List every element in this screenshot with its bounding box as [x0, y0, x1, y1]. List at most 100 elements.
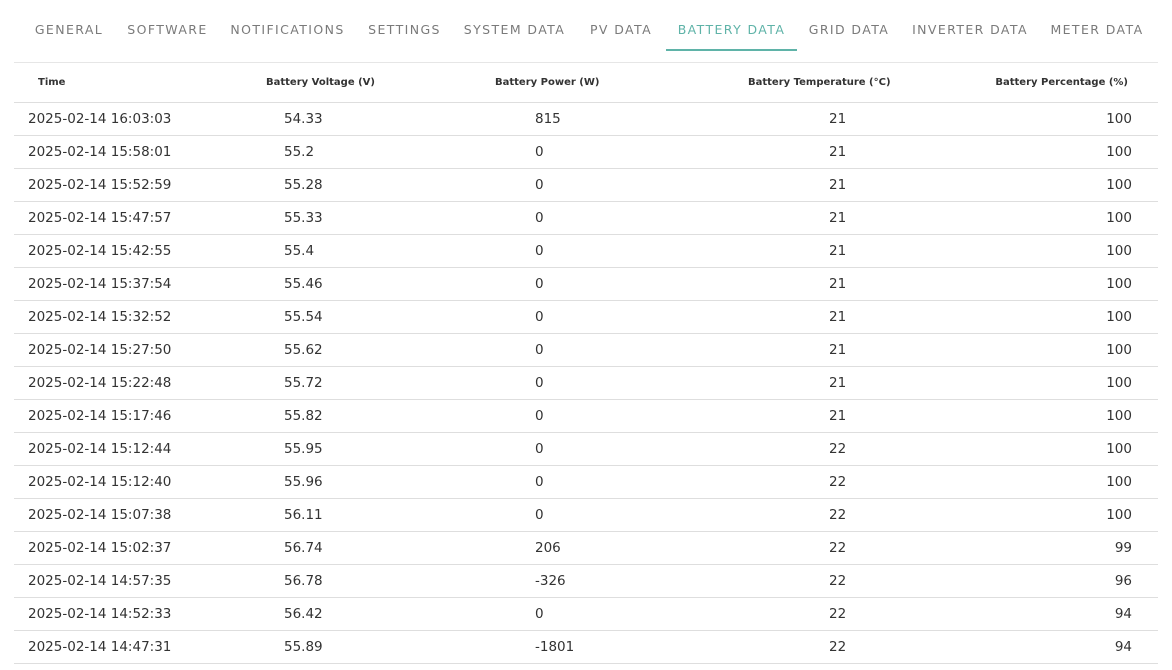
cell-battery-voltage: 54.33: [234, 102, 464, 136]
table-row: 2025-02-14 15:07:38 56.11 0 22 100: [14, 498, 1158, 532]
cell-battery-voltage: 56.42: [234, 597, 464, 631]
tab-pv-data[interactable]: PV DATA: [583, 0, 659, 52]
cell-time: 2025-02-14 15:12:44: [14, 432, 234, 466]
cell-time: 2025-02-14 15:58:01: [14, 135, 234, 169]
cell-battery-temperature: 22: [704, 564, 984, 598]
cell-time: 2025-02-14 14:52:33: [14, 597, 234, 631]
cell-battery-voltage: 55.28: [234, 168, 464, 202]
tab-bar: GENERAL SOFTWARE NOTIFICATIONS SETTINGS …: [0, 0, 1172, 52]
table-row: 2025-02-14 15:58:01 55.2 0 21 100: [14, 135, 1158, 169]
cell-battery-temperature: 22: [704, 498, 984, 532]
cell-battery-percentage: 100: [984, 267, 1158, 301]
cell-battery-power: 0: [464, 234, 704, 268]
cell-battery-percentage: 100: [984, 135, 1158, 169]
cell-battery-power: 0: [464, 399, 704, 433]
cell-battery-percentage: 94: [984, 597, 1158, 631]
cell-battery-power: -326: [464, 564, 704, 598]
table-row: 2025-02-14 15:27:50 55.62 0 21 100: [14, 333, 1158, 367]
cell-time: 2025-02-14 15:52:59: [14, 168, 234, 202]
table-row: 2025-02-14 16:03:03 54.33 815 21 100: [14, 102, 1158, 136]
cell-time: 2025-02-14 14:57:35: [14, 564, 234, 598]
tab-grid-data[interactable]: GRID DATA: [802, 0, 896, 52]
cell-battery-power: 0: [464, 300, 704, 334]
table-row: 2025-02-14 15:47:57 55.33 0 21 100: [14, 201, 1158, 235]
cell-battery-percentage: 100: [984, 366, 1158, 400]
cell-battery-temperature: 21: [704, 300, 984, 334]
column-header-battery-power[interactable]: Battery Power (W): [464, 63, 704, 103]
cell-battery-temperature: 22: [704, 432, 984, 466]
cell-battery-temperature: 22: [704, 465, 984, 499]
cell-battery-percentage: 100: [984, 333, 1158, 367]
cell-battery-voltage: 55.54: [234, 300, 464, 334]
tab-settings[interactable]: SETTINGS: [362, 0, 447, 52]
cell-battery-power: -1801: [464, 630, 704, 664]
cell-time: 2025-02-14 15:32:52: [14, 300, 234, 334]
cell-battery-power: 0: [464, 201, 704, 235]
cell-battery-percentage: 94: [984, 630, 1158, 664]
cell-battery-voltage: 55.2: [234, 135, 464, 169]
cell-time: 2025-02-14 15:42:55: [14, 234, 234, 268]
cell-battery-power: 0: [464, 135, 704, 169]
column-header-battery-percentage[interactable]: Battery Percentage (%): [984, 63, 1158, 103]
cell-battery-voltage: 55.89: [234, 630, 464, 664]
cell-battery-temperature: 22: [704, 630, 984, 664]
tab-software[interactable]: SOFTWARE: [120, 0, 215, 52]
table-row: 2025-02-14 15:17:46 55.82 0 21 100: [14, 399, 1158, 433]
cell-time: 2025-02-14 15:47:57: [14, 201, 234, 235]
cell-battery-percentage: 100: [984, 102, 1158, 136]
cell-battery-voltage: 55.72: [234, 366, 464, 400]
cell-battery-temperature: 21: [704, 333, 984, 367]
cell-battery-percentage: 100: [984, 201, 1158, 235]
cell-battery-temperature: 21: [704, 234, 984, 268]
cell-battery-temperature: 21: [704, 399, 984, 433]
tab-notifications[interactable]: NOTIFICATIONS: [224, 0, 351, 52]
cell-battery-power: 0: [464, 432, 704, 466]
cell-battery-power: 0: [464, 333, 704, 367]
cell-battery-temperature: 22: [704, 597, 984, 631]
cell-battery-power: 0: [464, 498, 704, 532]
cell-time: 2025-02-14 15:22:48: [14, 366, 234, 400]
cell-battery-power: 206: [464, 531, 704, 565]
table-row: 2025-02-14 14:57:35 56.78 -326 22 96: [14, 564, 1158, 598]
tab-meter-data[interactable]: METER DATA: [1044, 0, 1150, 52]
cell-battery-percentage: 100: [984, 234, 1158, 268]
cell-battery-power: 0: [464, 267, 704, 301]
column-header-time[interactable]: Time: [14, 63, 234, 103]
tab-inverter-data[interactable]: INVERTER DATA: [906, 0, 1034, 52]
cell-battery-voltage: 55.46: [234, 267, 464, 301]
cell-battery-power: 0: [464, 168, 704, 202]
cell-time: 2025-02-14 14:47:31: [14, 630, 234, 664]
column-header-battery-temperature[interactable]: Battery Temperature (°C): [704, 63, 984, 103]
table-row: 2025-02-14 15:02:37 56.74 206 22 99: [14, 531, 1158, 565]
cell-battery-voltage: 55.62: [234, 333, 464, 367]
tab-system-data[interactable]: SYSTEM DATA: [458, 0, 571, 52]
table-header-row: Time Battery Voltage (V) Battery Power (…: [14, 63, 1158, 103]
tab-general[interactable]: GENERAL: [23, 0, 115, 52]
cell-battery-temperature: 22: [704, 531, 984, 565]
cell-battery-percentage: 100: [984, 498, 1158, 532]
table-row: 2025-02-14 15:37:54 55.46 0 21 100: [14, 267, 1158, 301]
cell-battery-percentage: 100: [984, 465, 1158, 499]
cell-battery-voltage: 56.74: [234, 531, 464, 565]
cell-battery-temperature: 21: [704, 267, 984, 301]
table-row: 2025-02-14 15:12:40 55.96 0 22 100: [14, 465, 1158, 499]
battery-data-table-container: Time Battery Voltage (V) Battery Power (…: [14, 62, 1158, 664]
cell-time: 2025-02-14 15:17:46: [14, 399, 234, 433]
cell-battery-percentage: 100: [984, 399, 1158, 433]
table-row: 2025-02-14 15:12:44 55.95 0 22 100: [14, 432, 1158, 466]
cell-time: 2025-02-14 15:02:37: [14, 531, 234, 565]
table-row: 2025-02-14 14:47:31 55.89 -1801 22 94: [14, 630, 1158, 664]
table-row: 2025-02-14 15:42:55 55.4 0 21 100: [14, 234, 1158, 268]
cell-battery-percentage: 100: [984, 168, 1158, 202]
cell-time: 2025-02-14 15:37:54: [14, 267, 234, 301]
cell-battery-temperature: 21: [704, 135, 984, 169]
cell-time: 2025-02-14 15:07:38: [14, 498, 234, 532]
table-row: 2025-02-14 15:52:59 55.28 0 21 100: [14, 168, 1158, 202]
cell-battery-power: 0: [464, 366, 704, 400]
tab-battery-data[interactable]: BATTERY DATA: [666, 0, 797, 52]
cell-battery-temperature: 21: [704, 366, 984, 400]
cell-battery-percentage: 96: [984, 564, 1158, 598]
cell-battery-voltage: 55.82: [234, 399, 464, 433]
column-header-battery-voltage[interactable]: Battery Voltage (V): [234, 63, 464, 103]
cell-battery-voltage: 55.33: [234, 201, 464, 235]
